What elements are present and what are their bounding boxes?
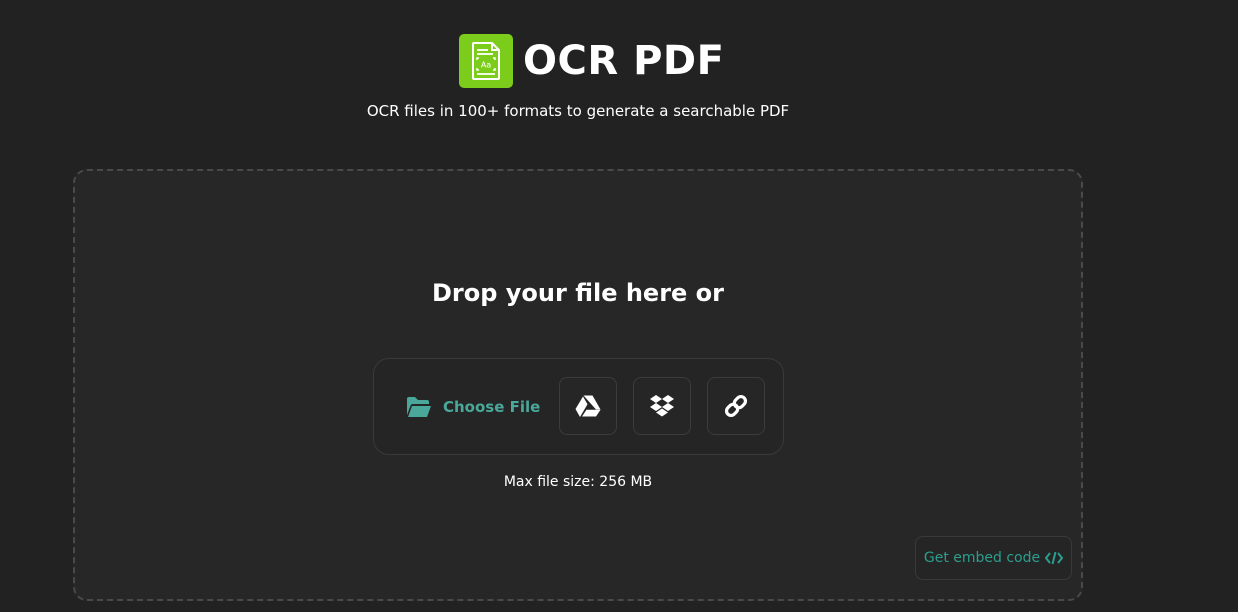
get-embed-code-button[interactable]: Get embed code <box>915 536 1072 580</box>
file-dropzone[interactable]: Drop your file here or Choose File Max f… <box>73 169 1083 601</box>
embed-code-label: Get embed code <box>923 550 1041 566</box>
choose-file-label: Choose File <box>443 398 541 416</box>
url-link-button[interactable] <box>707 377 765 435</box>
folder-open-icon <box>407 397 431 417</box>
page-subtitle: OCR files in 100+ formats to generate a … <box>366 102 790 120</box>
choose-file-button[interactable]: Choose File <box>396 381 556 433</box>
ocr-document-icon: Aa <box>459 34 513 88</box>
link-icon <box>724 394 748 418</box>
drop-heading: Drop your file here or <box>432 279 724 307</box>
code-icon <box>1045 551 1064 565</box>
page-header: Aa OCR PDF OCR files in 100+ formats to … <box>0 0 1156 140</box>
dropbox-button[interactable] <box>633 377 691 435</box>
google-drive-icon <box>575 395 601 417</box>
max-file-size-note: Max file size: 256 MB <box>503 474 653 490</box>
title-row: Aa OCR PDF <box>459 34 724 88</box>
svg-text:Aa: Aa <box>481 61 491 70</box>
page-title: OCR PDF <box>523 38 725 84</box>
dropbox-icon <box>650 395 674 417</box>
upload-options-panel: Choose File <box>373 358 784 455</box>
google-drive-button[interactable] <box>559 377 617 435</box>
